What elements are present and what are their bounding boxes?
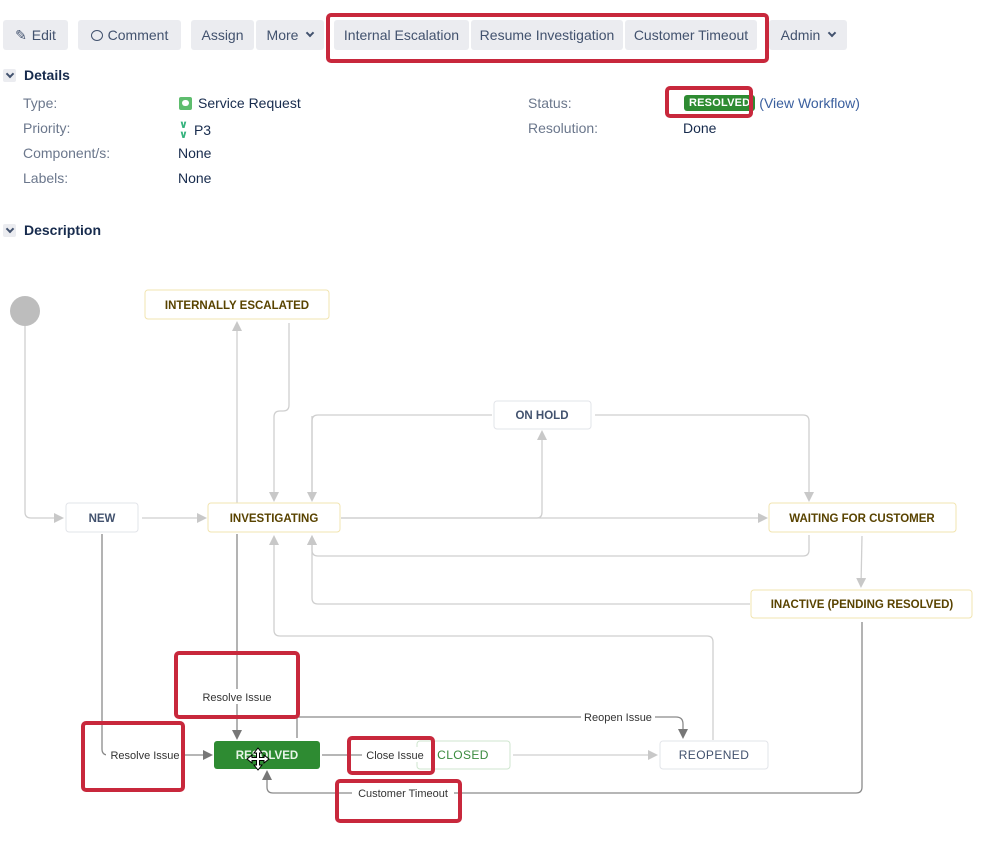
edge-label-resolve-issue-left: Resolve Issue [106, 747, 182, 762]
node-internally-escalated[interactable]: INTERNALLY ESCALATED [144, 289, 330, 320]
edge-start-new [24, 326, 64, 523]
edge-waiting-inactive [856, 535, 867, 588]
edge-onhold-investigating [311, 414, 492, 500]
svg-text:INACTIVE (PENDING RESOLVED): INACTIVE (PENDING RESOLVED) [771, 599, 954, 611]
svg-text:Close Issue: Close Issue [366, 750, 423, 762]
svg-text:WAITING FOR CUSTOMER: WAITING FOR CUSTOMER [789, 513, 935, 525]
edge-investigating-onhold [341, 430, 547, 519]
node-inactive-pending-resolved[interactable]: INACTIVE (PENDING RESOLVED) [750, 589, 973, 619]
node-reopened[interactable]: REOPENED [659, 740, 769, 770]
workflow-start-node [10, 296, 40, 326]
light-edges [24, 321, 867, 760]
svg-text:ON HOLD: ON HOLD [515, 410, 568, 422]
node-new[interactable]: NEW [65, 502, 139, 533]
workflow-diagram: INTERNALLY ESCALATED ON HOLD NEW INVESTI… [10, 289, 973, 823]
edge-label-close-issue: Close Issue [362, 747, 428, 762]
svg-text:CLOSED: CLOSED [437, 748, 489, 762]
edge-escalated-investigating [269, 323, 290, 502]
edge-label-resolve-issue-top: Resolve Issue [198, 689, 276, 704]
edge-inactive-resolved [262, 622, 863, 794]
edge-waiting-investigating [307, 535, 810, 557]
node-waiting-for-customer[interactable]: WAITING FOR CUSTOMER [768, 502, 957, 533]
edge-onhold-waiting [595, 414, 814, 502]
svg-text:NEW: NEW [89, 513, 116, 525]
svg-text:Resolve Issue: Resolve Issue [202, 692, 271, 704]
node-closed[interactable]: CLOSED [416, 740, 511, 770]
edge-inactive-investigating [307, 535, 750, 605]
svg-text:INVESTIGATING: INVESTIGATING [230, 513, 319, 525]
svg-text:Resolve Issue: Resolve Issue [110, 750, 179, 762]
node-resolved[interactable]: RESOLVED [214, 741, 320, 769]
svg-text:Customer Timeout: Customer Timeout [358, 788, 448, 800]
node-investigating[interactable]: INVESTIGATING [207, 502, 341, 533]
edge-label-customer-timeout: Customer Timeout [352, 785, 454, 800]
edge-label-reopen-issue: Reopen Issue [581, 709, 655, 724]
svg-text:Reopen Issue: Reopen Issue [584, 712, 652, 724]
svg-text:REOPENED: REOPENED [679, 748, 750, 762]
svg-text:INTERNALLY ESCALATED: INTERNALLY ESCALATED [165, 300, 309, 312]
node-on-hold[interactable]: ON HOLD [493, 400, 592, 430]
